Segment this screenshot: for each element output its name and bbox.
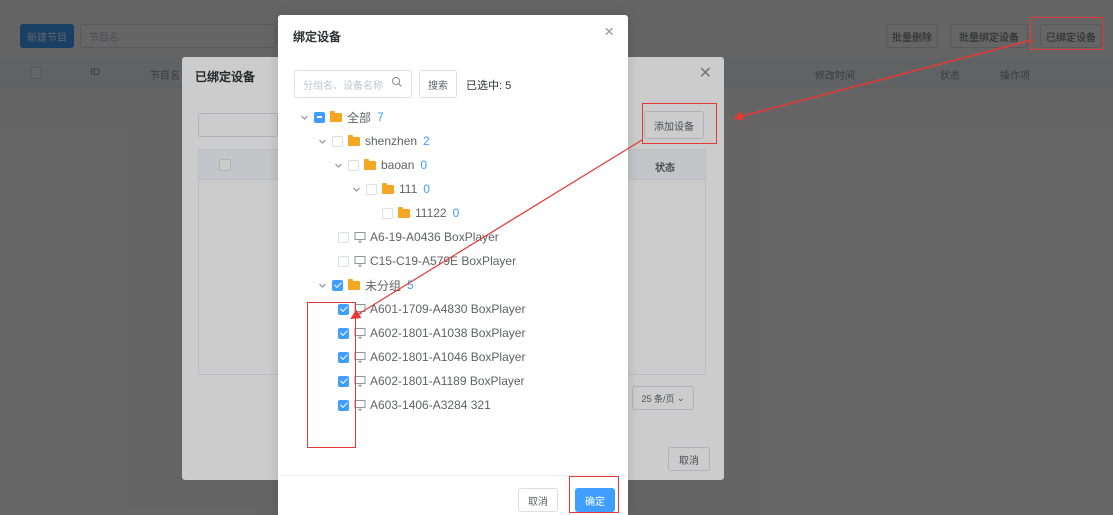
- tree-node-label: A603-1406-A3284 321: [370, 398, 491, 412]
- chevron-down-icon[interactable]: [298, 111, 310, 123]
- tree-node-device[interactable]: C15-C19-A579E BoxPlayer: [338, 251, 516, 271]
- tree-checkbox[interactable]: [338, 231, 349, 243]
- selected-count: 已选中: 5: [466, 80, 512, 92]
- tree-node-count: 0: [452, 206, 460, 220]
- folder-icon: [348, 134, 360, 146]
- tree-node-label: 111: [399, 182, 418, 196]
- folder-icon: [364, 158, 376, 170]
- monitor-icon: [354, 304, 366, 315]
- tree-node-count: 7: [377, 110, 384, 124]
- tree-node-label: shenzhen: [365, 134, 418, 148]
- close-icon[interactable]: ×: [604, 23, 614, 40]
- folder-icon: [382, 182, 394, 194]
- monitor-icon: [354, 376, 366, 387]
- tree-node-label: 未分组: [365, 278, 402, 293]
- tree-node-label: A601-1709-A4830 BoxPlayer: [370, 302, 526, 316]
- monitor-icon: [354, 328, 366, 339]
- tree-node-group[interactable]: baoan 0: [332, 155, 427, 175]
- tree-checkbox[interactable]: [348, 159, 359, 171]
- dialog-footer: 取消 确定: [278, 475, 628, 515]
- chevron-down-icon[interactable]: [316, 135, 328, 147]
- tree-node-device[interactable]: A603-1406-A3284 321: [338, 395, 491, 415]
- tree-checkbox[interactable]: [382, 207, 393, 219]
- search-button[interactable]: 搜索: [419, 70, 457, 98]
- tree-node-label: A602-1801-A1046 BoxPlayer: [370, 350, 526, 364]
- monitor-icon: [354, 352, 366, 363]
- tree-node-group[interactable]: 全部 7: [298, 107, 384, 127]
- tree-node-device[interactable]: A601-1709-A4830 BoxPlayer: [338, 299, 525, 319]
- tree-node-device[interactable]: A6-19-A0436 BoxPlayer: [338, 227, 499, 247]
- tree-checkbox[interactable]: [338, 327, 349, 339]
- tree-checkbox[interactable]: [338, 255, 349, 267]
- tree-node-group[interactable]: 11122 0: [366, 203, 459, 223]
- bind-dialog-title: 绑定设备: [293, 30, 342, 44]
- tree-node-label: 全部: [347, 110, 372, 125]
- monitor-icon: [354, 232, 366, 243]
- tree-checkbox[interactable]: [366, 183, 377, 195]
- tree-node-device[interactable]: A602-1801-A1038 BoxPlayer: [338, 323, 525, 343]
- monitor-icon: [354, 400, 366, 411]
- folder-icon: [398, 206, 410, 218]
- search-icon: [391, 76, 402, 87]
- tree-node-count: 5: [407, 278, 414, 292]
- tree-checkbox[interactable]: [338, 351, 349, 363]
- tree-node-label: C15-C19-A579E BoxPlayer: [370, 254, 517, 268]
- monitor-icon: [354, 256, 366, 267]
- tree-node-group[interactable]: 未分组 5: [316, 275, 414, 295]
- tree-node-label: A602-1801-A1038 BoxPlayer: [370, 326, 526, 340]
- bind-device-dialog: 绑定设备 × 分组名、设备名称 搜索 已选中: 5 全部 7 shenzhen 2 ba…: [278, 15, 628, 515]
- tree-checkbox[interactable]: [338, 399, 349, 411]
- tree-node-label: A6-19-A0436 BoxPlayer: [370, 230, 499, 244]
- cancel-button[interactable]: 取消: [518, 488, 558, 512]
- tree-node-label: 11122: [415, 206, 447, 220]
- tree-node-count: 0: [420, 158, 428, 172]
- chevron-down-icon[interactable]: [350, 183, 362, 195]
- tree-checkbox[interactable]: [332, 279, 343, 291]
- tree-node-group[interactable]: shenzhen 2: [316, 131, 430, 151]
- device-search-input[interactable]: 分组名、设备名称: [294, 70, 412, 98]
- chevron-down-icon[interactable]: [316, 279, 328, 291]
- tree-node-label: A602-1801-A1189 BoxPlayer: [370, 374, 525, 388]
- tree-node-device[interactable]: A602-1801-A1189 BoxPlayer: [338, 371, 525, 391]
- folder-icon: [348, 278, 360, 290]
- tree-node-device[interactable]: A602-1801-A1046 BoxPlayer: [338, 347, 525, 367]
- tree-node-count: 2: [423, 134, 430, 148]
- chevron-down-icon[interactable]: [332, 159, 344, 171]
- search-placeholder: 分组名、设备名称: [303, 80, 383, 92]
- tree-node-group[interactable]: 111 0: [350, 179, 430, 199]
- tree-node-count: 0: [423, 182, 430, 196]
- tree-checkbox[interactable]: [332, 135, 343, 147]
- tree-node-label: baoan: [381, 158, 415, 172]
- folder-icon: [330, 110, 342, 122]
- confirm-button[interactable]: 确定: [575, 488, 615, 512]
- tree-checkbox[interactable]: [314, 111, 325, 123]
- tree-checkbox[interactable]: [338, 375, 349, 387]
- tree-checkbox[interactable]: [338, 303, 349, 315]
